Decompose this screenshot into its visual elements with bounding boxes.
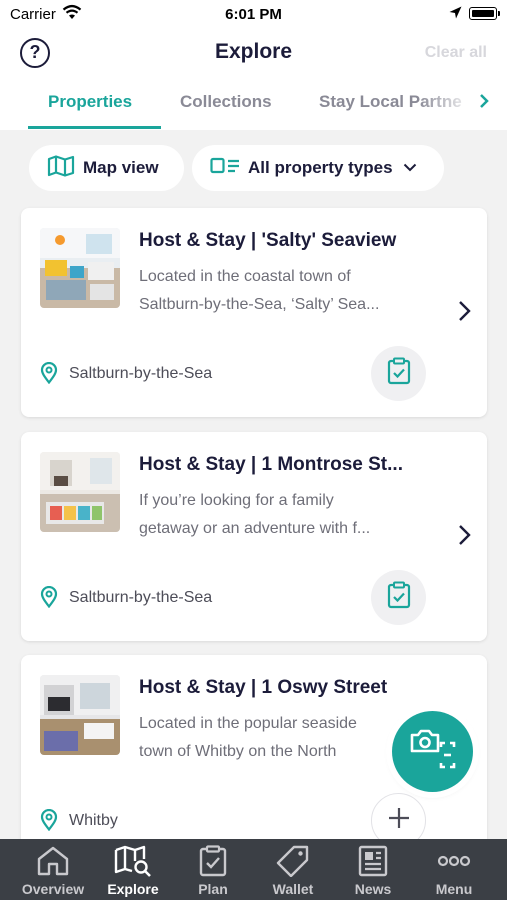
map-search-icon <box>93 845 173 877</box>
status-time: 6:01 PM <box>225 6 282 23</box>
tab-plan[interactable]: Plan <box>173 839 253 900</box>
property-card[interactable]: Host & Stay | 'Salty' Seaview Located in… <box>21 208 487 417</box>
filter-list-icon <box>210 157 240 180</box>
header: ? Explore Clear all Properties Collectio… <box>0 28 507 130</box>
battery-icon <box>469 7 500 20</box>
property-location: Saltburn-by-the-Sea <box>69 589 213 606</box>
map-view-button[interactable]: Map view <box>29 145 184 191</box>
clipboard-check-icon <box>387 357 411 390</box>
chevron-down-icon <box>403 159 417 177</box>
property-description: Located in the popular seaside town of W… <box>139 715 357 760</box>
property-title: Host & Stay | 'Salty' Seaview <box>139 230 397 251</box>
location-pin-icon <box>40 585 58 613</box>
property-thumbnail <box>40 452 120 532</box>
camera-scan-icon <box>410 727 456 776</box>
scan-camera-button[interactable] <box>392 711 473 792</box>
active-tab-indicator <box>28 126 161 129</box>
clipboard-check-icon <box>387 581 411 614</box>
map-view-label: Map view <box>83 158 159 177</box>
location-pin-icon <box>40 808 58 836</box>
tab-wallet[interactable]: Wallet <box>253 839 333 900</box>
location-pin-icon <box>40 361 58 389</box>
home-icon <box>13 845 93 877</box>
clear-all-button[interactable]: Clear all <box>425 44 487 62</box>
property-title: Host & Stay | 1 Montrose St... <box>139 454 403 475</box>
tag-icon <box>253 845 333 877</box>
plus-icon <box>388 807 410 834</box>
newspaper-icon <box>333 845 413 877</box>
bottom-tab-bar: Overview Explore Plan Wallet News Menu <box>0 839 507 900</box>
property-location: Saltburn-by-the-Sea <box>69 365 213 382</box>
location-arrow-icon <box>449 6 462 24</box>
property-location: Whitby <box>69 812 118 829</box>
property-card[interactable]: Host & Stay | 1 Montrose St... If you’re… <box>21 432 487 641</box>
property-type-label: All property types <box>248 158 393 177</box>
tab-news[interactable]: News <box>333 839 413 900</box>
status-bar: Carrier 6:01 PM <box>0 0 507 28</box>
tab-properties[interactable]: Properties <box>48 92 132 112</box>
chevron-right-icon[interactable] <box>479 92 489 115</box>
add-to-plan-button[interactable] <box>371 570 426 625</box>
map-icon <box>47 154 75 182</box>
clipboard-icon <box>173 845 253 877</box>
chevron-right-icon[interactable] <box>457 524 471 551</box>
tab-strip: Properties Collections Stay Local Partne <box>0 86 507 130</box>
tab-overview[interactable]: Overview <box>13 839 93 900</box>
property-title: Host & Stay | 1 Oswy Street <box>139 677 388 698</box>
property-thumbnail <box>40 675 120 755</box>
add-to-plan-button[interactable] <box>371 346 426 401</box>
tab-collections[interactable]: Collections <box>180 92 272 112</box>
property-description: Located in the coastal town of Saltburn-… <box>139 268 380 313</box>
filter-bar: Map view All property types <box>0 145 507 193</box>
tab-menu[interactable]: Menu <box>414 839 494 900</box>
property-thumbnail <box>40 228 120 308</box>
chevron-right-icon[interactable] <box>457 300 471 327</box>
property-description: If you’re looking for a family getaway o… <box>139 492 371 537</box>
property-type-dropdown[interactable]: All property types <box>192 145 444 191</box>
tab-explore[interactable]: Explore <box>93 839 173 900</box>
more-icon <box>414 845 494 877</box>
